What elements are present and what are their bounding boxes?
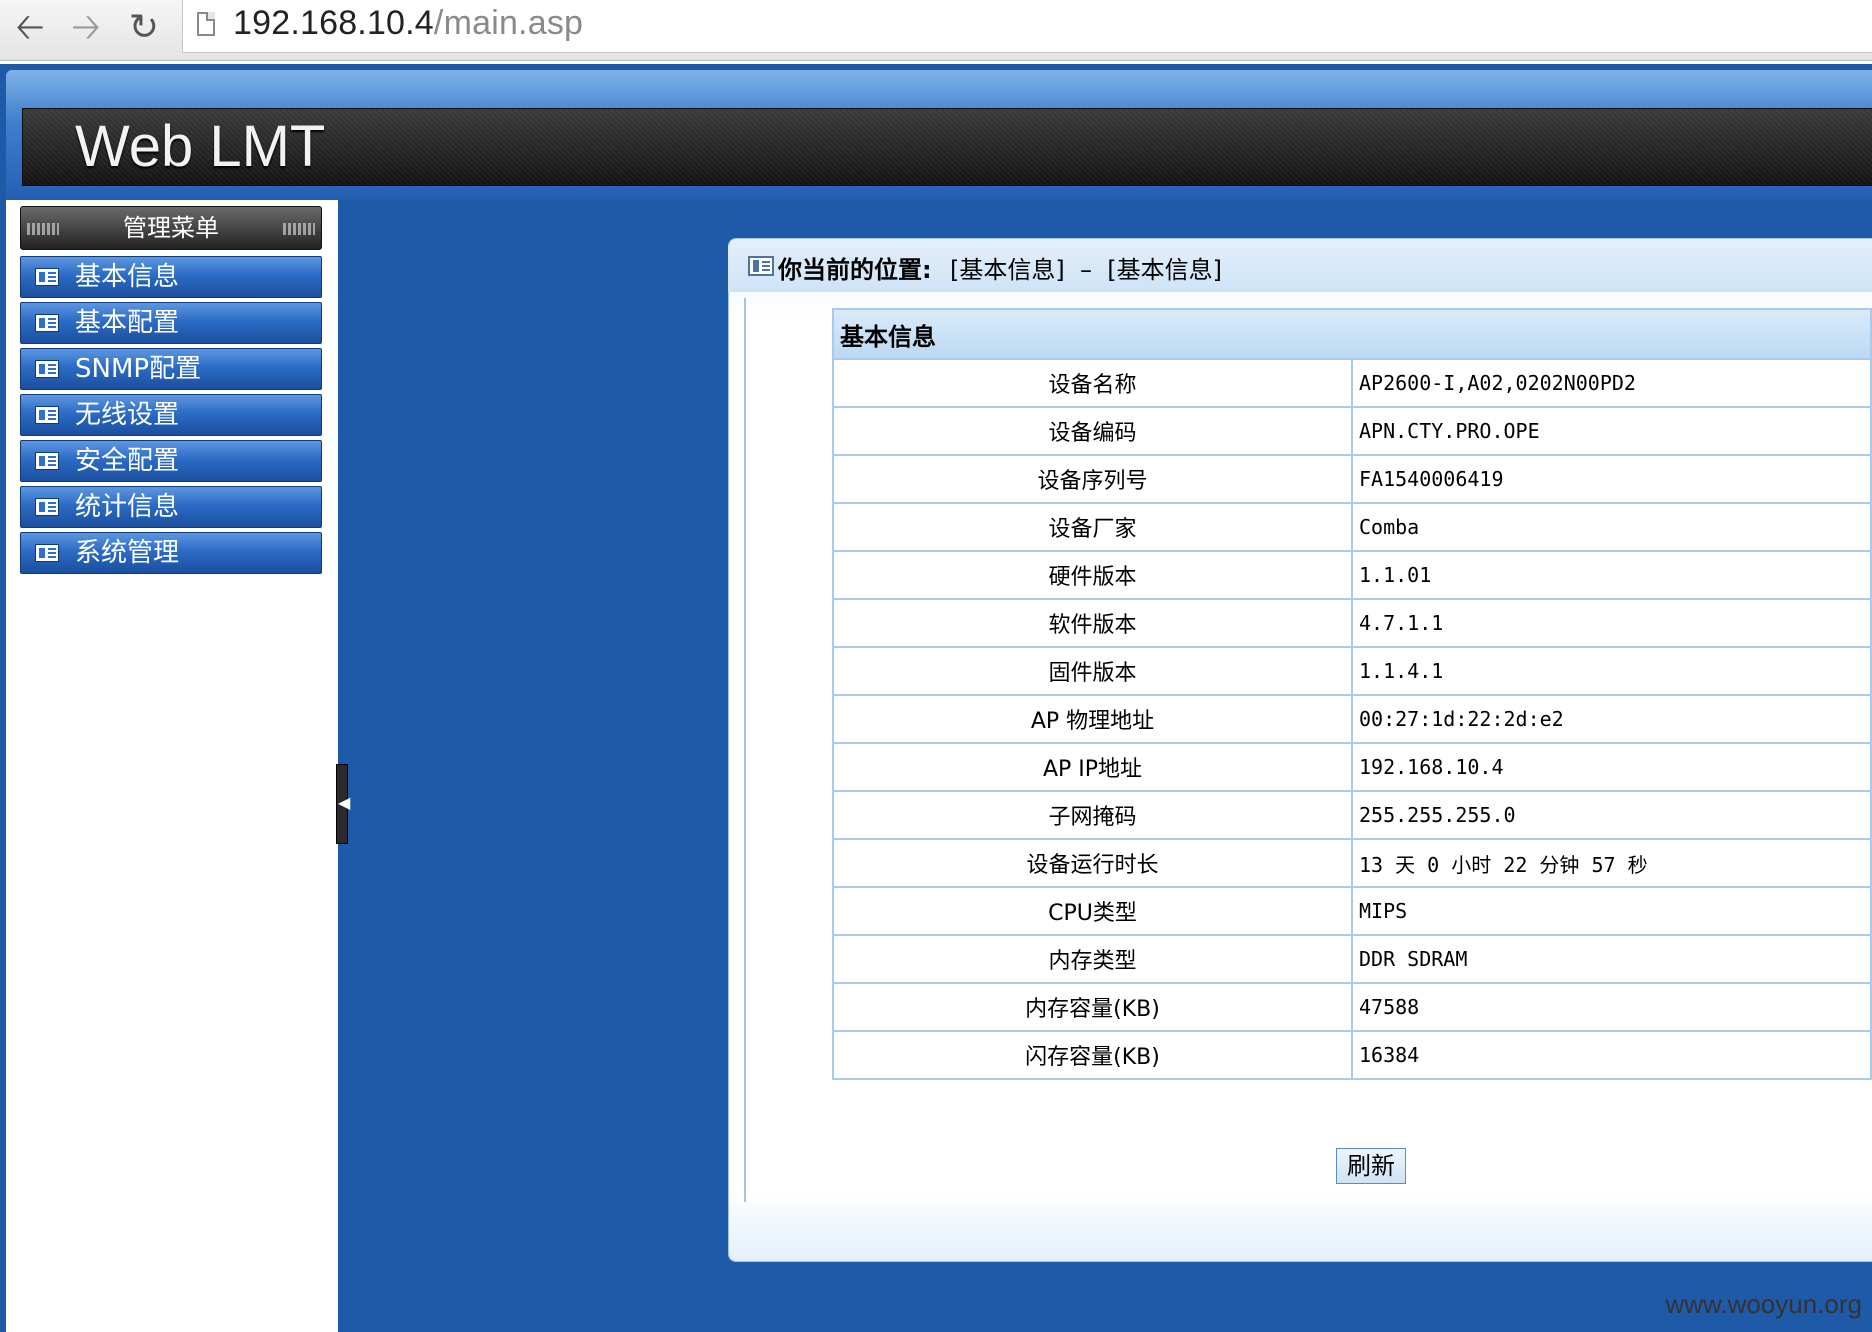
refresh-button[interactable]: 刷新 (1336, 1148, 1406, 1184)
sidebar-item-security[interactable]: 安全配置 (20, 440, 322, 482)
url-text: 192.168.10.4/main.asp (233, 4, 583, 43)
table-row: 硬件版本 1.1.01 (832, 550, 1872, 600)
row-label: 内存类型 (832, 934, 1353, 984)
sidebar-item-label: 无线设置 (75, 400, 180, 430)
sidebar-item-snmp-config[interactable]: SNMP配置 (20, 348, 322, 390)
grip-icon (283, 223, 315, 235)
back-arrow-icon[interactable]: 🡠 (8, 6, 52, 50)
location-icon (748, 256, 774, 276)
row-label: AP IP地址 (832, 742, 1353, 792)
row-label: 内存容量(KB) (832, 982, 1353, 1032)
sidebar-item-basic-config[interactable]: 基本配置 (20, 302, 322, 344)
sidebar-item-label: 安全配置 (75, 446, 180, 476)
menu-item-icon (35, 498, 59, 516)
url-path: /main.asp (433, 4, 584, 42)
table-row: 软件版本 4.7.1.1 (832, 598, 1872, 648)
row-value: APN.CTY.PRO.OPE (1351, 406, 1872, 456)
menu-header: 管理菜单 (20, 206, 322, 250)
row-value: 00:27:1d:22:2d:e2 (1351, 694, 1872, 744)
section-title: 基本信息 (832, 308, 1872, 360)
row-label: AP 物理地址 (832, 694, 1353, 744)
menu-item-icon (35, 452, 59, 470)
row-value: 16384 (1351, 1030, 1872, 1080)
grip-icon (27, 223, 59, 235)
sidebar-collapse-handle[interactable]: ◀ (336, 764, 351, 844)
row-value: 1.1.4.1 (1351, 646, 1872, 696)
row-label: 软件版本 (832, 598, 1353, 648)
breadcrumb-label: 你当前的位置: (778, 256, 932, 284)
sidebar-item-statistics[interactable]: 统计信息 (20, 486, 322, 528)
row-value: 1.1.01 (1351, 550, 1872, 600)
row-value: AP2600-I,A02,0202N00PD2 (1351, 358, 1872, 408)
sidebar-item-system[interactable]: 系统管理 (20, 532, 322, 574)
row-value: FA1540006419 (1351, 454, 1872, 504)
sidebar-item-basic-info[interactable]: 基本信息 (20, 256, 322, 298)
row-label: CPU类型 (832, 886, 1353, 936)
reload-icon[interactable]: ↻ (122, 6, 166, 50)
sidebar-item-wireless[interactable]: 无线设置 (20, 394, 322, 436)
sidebar-item-label: 统计信息 (75, 492, 180, 522)
menu-item-icon (35, 314, 59, 332)
panel-divider (744, 298, 746, 1202)
header-banner: Web LMT (22, 108, 1872, 186)
row-label: 子网掩码 (832, 790, 1353, 840)
breadcrumb-path: [基本信息] – [基本信息] (950, 256, 1222, 284)
row-value: Comba (1351, 502, 1872, 552)
table-row: CPU类型 MIPS (832, 886, 1872, 936)
row-value: 13 天 0 小时 22 分钟 57 秒 (1351, 838, 1872, 888)
row-value: 4.7.1.1 (1351, 598, 1872, 648)
row-value: 47588 (1351, 982, 1872, 1032)
watermark-text: www.wooyun.org (1665, 1289, 1862, 1319)
app-title: Web LMT (75, 114, 326, 179)
row-label: 设备序列号 (832, 454, 1353, 504)
table-row: 设备编码 APN.CTY.PRO.OPE (832, 406, 1872, 456)
menu-item-icon (35, 406, 59, 424)
sidebar-item-label: SNMP配置 (75, 354, 202, 384)
forward-arrow-icon[interactable]: 🡢 (64, 6, 108, 50)
collapse-arrow-icon: ◀ (338, 793, 351, 812)
sidebar-item-label: 基本配置 (75, 308, 180, 338)
table-row: 闪存容量(KB) 16384 (832, 1030, 1872, 1080)
table-header-row: 基本信息 (832, 308, 1872, 360)
row-value: DDR SDRAM (1351, 934, 1872, 984)
sidebar-item-label: 系统管理 (75, 538, 180, 568)
table-row: 内存类型 DDR SDRAM (832, 934, 1872, 984)
browser-toolbar: 🡠 🡢 ↻ 192.168.10.4/main.asp (0, 0, 1872, 61)
table-row: AP 物理地址 00:27:1d:22:2d:e2 (832, 694, 1872, 744)
row-label: 闪存容量(KB) (832, 1030, 1353, 1080)
row-value: 192.168.10.4 (1351, 742, 1872, 792)
menu-item-icon (35, 544, 59, 562)
row-value: 255.255.255.0 (1351, 790, 1872, 840)
page-icon (197, 12, 215, 36)
table-row: 设备厂家 Comba (832, 502, 1872, 552)
table-row: AP IP地址 192.168.10.4 (832, 742, 1872, 792)
row-label: 设备编码 (832, 406, 1353, 456)
row-label: 固件版本 (832, 646, 1353, 696)
table-row: 设备序列号 FA1540006419 (832, 454, 1872, 504)
row-label: 硬件版本 (832, 550, 1353, 600)
table-row: 内存容量(KB) 47588 (832, 982, 1872, 1032)
menu-header-title: 管理菜单 (123, 214, 219, 242)
table-row: 设备名称 AP2600-I,A02,0202N00PD2 (832, 358, 1872, 408)
table-row: 设备运行时长 13 天 0 小时 22 分钟 57 秒 (832, 838, 1872, 888)
menu-item-icon (35, 360, 59, 378)
row-value: MIPS (1351, 886, 1872, 936)
table-row: 固件版本 1.1.4.1 (832, 646, 1872, 696)
row-label: 设备名称 (832, 358, 1353, 408)
info-table: 基本信息 设备名称 AP2600-I,A02,0202N00PD2 设备编码 APN… (832, 308, 1872, 1080)
sidebar-item-label: 基本信息 (75, 262, 180, 292)
row-label: 设备运行时长 (832, 838, 1353, 888)
table-row: 子网掩码 255.255.255.0 (832, 790, 1872, 840)
address-bar[interactable]: 192.168.10.4/main.asp (182, 0, 1872, 53)
menu-item-icon (35, 268, 59, 286)
row-label: 设备厂家 (832, 502, 1353, 552)
url-host: 192.168.10.4 (233, 4, 434, 42)
